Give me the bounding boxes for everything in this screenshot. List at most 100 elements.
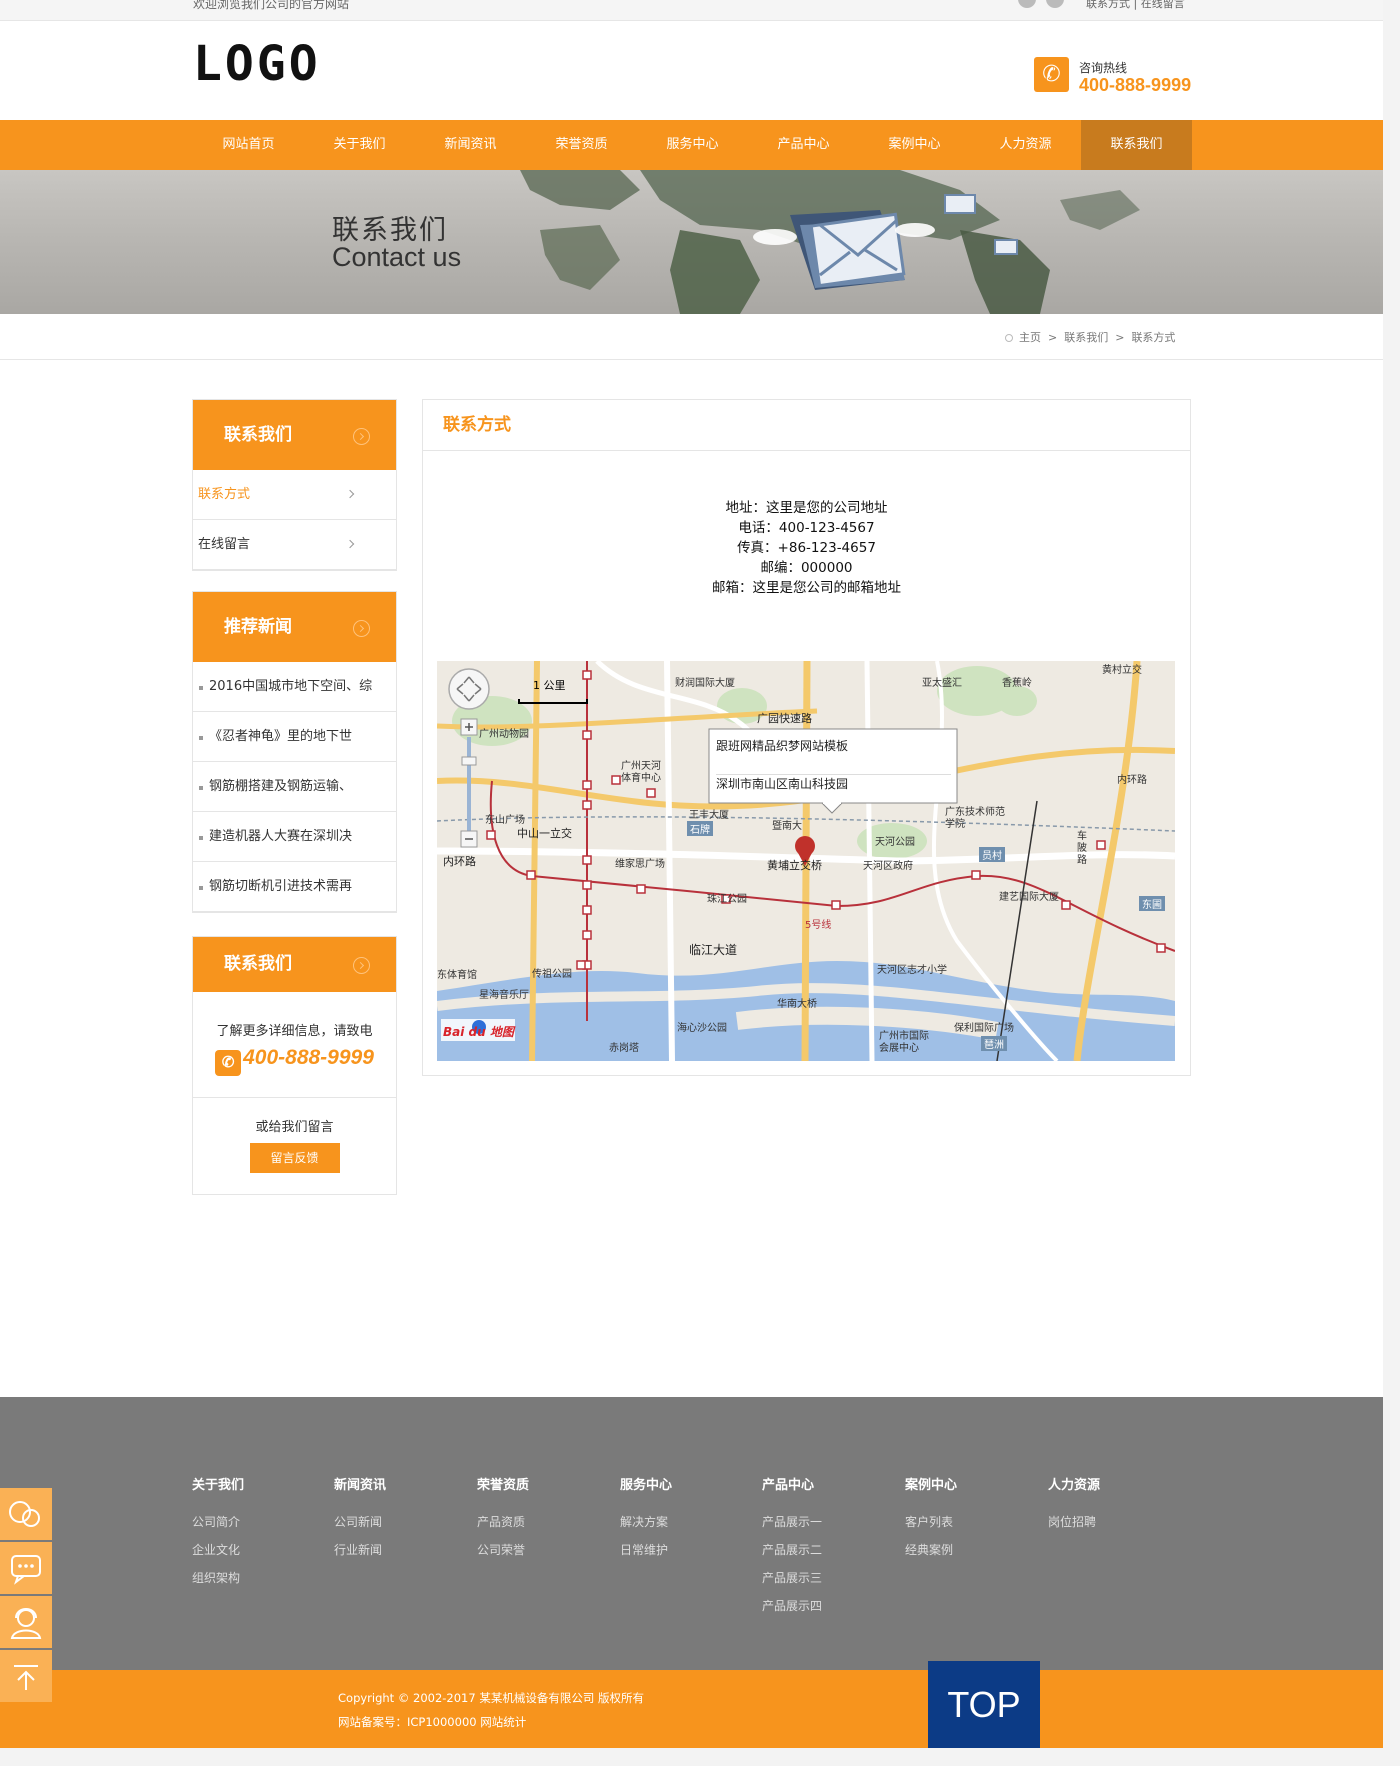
footer-link[interactable]: 产品资质 [477,1513,529,1541]
footer-link[interactable]: 日常维护 [620,1541,672,1569]
map-label: 东圃 [1139,896,1165,911]
circle-arrow-icon [353,957,370,974]
footer-link[interactable]: 企业文化 [192,1541,244,1569]
footer: 关于我们 公司简介 企业文化 组织架构 新闻资讯 公司新闻 行业新闻 荣誉资质 … [0,1397,1383,1670]
breadcrumb-home[interactable]: 主页 [1019,331,1041,344]
footer-col-title[interactable]: 荣誉资质 [477,1474,529,1493]
nav-item-home[interactable]: 网站首页 [193,120,304,170]
footer-link[interactable]: 产品展示二 [762,1541,822,1569]
nav-item-about[interactable]: 关于我们 [304,120,415,170]
news-box-title: 推荐新闻 [224,617,292,637]
map-label: 黄埔立交桥 [767,859,822,872]
email-text: 邮箱：这里是您公司的邮箱地址 [712,580,901,596]
footer-col-title[interactable]: 新闻资讯 [334,1474,386,1493]
map-label: 中山一立交 [517,827,572,840]
scroll-top-float-button[interactable] [0,1650,52,1702]
feedback-button[interactable]: 留言反馈 [249,1143,340,1173]
map-label: 珠江公园 [707,894,747,905]
footer-link[interactable]: 公司新闻 [334,1513,386,1541]
footer-link[interactable]: 公司荣誉 [477,1541,529,1569]
footer-link[interactable]: 产品展示四 [762,1597,822,1625]
map-label: 琶洲 [981,1036,1007,1051]
breadcrumb-contact[interactable]: 联系我们 [1064,331,1108,344]
map-label: 5号线 [805,920,832,931]
footer-link[interactable]: 客户列表 [905,1513,957,1541]
address-text: 地址：这里是您的公司地址 [725,500,888,516]
contact-box-header: 联系我们 [193,937,396,992]
nav-item-service[interactable]: 服务中心 [637,120,748,170]
footer-col-news: 新闻资讯 公司新闻 行业新闻 [334,1474,386,1569]
main-content: 联系方式 地址：这里是您的公司地址 电话：400-123-4567 传真：+86… [422,399,1191,1076]
footer-link[interactable]: 岗位招聘 [1048,1513,1100,1541]
footer-col-title[interactable]: 关于我们 [192,1474,244,1493]
fax-text: 传真：+86-123-4657 [737,540,876,556]
customer-service-float-button[interactable] [0,1596,52,1648]
nav-item-hr[interactable]: 人力资源 [970,120,1081,170]
breadcrumb-current[interactable]: 联系方式 [1131,331,1175,344]
sidebar: 联系我们 联系方式 在线留言 推荐新闻 2016中国城市地下空间、综 《忍者神龟… [192,399,397,1195]
map-label: 广州动物园 [479,729,529,740]
map-label: 传祖公园 [532,969,572,980]
chevron-right-icon [345,539,355,549]
footer-link[interactable]: 行业新闻 [334,1541,386,1569]
wechat-icon[interactable] [1046,0,1064,8]
map-label: 财润国际大厦 [675,678,735,689]
icp-text[interactable]: 网站备案号：ICP1000000 网站统计 [338,1714,526,1730]
map-label: 维家思广场 [615,859,665,870]
map-label: 赤岗塔 [609,1043,639,1054]
map-label: 临江大道 [689,943,738,957]
map-label: 保利国际广场 [954,1023,1014,1034]
nav-item-honor[interactable]: 荣誉资质 [526,120,637,170]
map-label: 内环路 [443,855,476,868]
sidebar-item-contact-info[interactable]: 联系方式 [193,470,396,520]
contact-menu: 联系我们 联系方式 在线留言 [192,399,397,571]
map-label: 天河公园 [875,837,915,848]
news-item[interactable]: 2016中国城市地下空间、综 [193,662,396,712]
news-item[interactable]: 钢筋棚搭建及钢筋运输、 [193,762,396,812]
nav-item-products[interactable]: 产品中心 [748,120,859,170]
footer-link[interactable]: 解决方案 [620,1513,672,1541]
contact-menu-header: 联系我们 [193,400,396,470]
page-bottom [0,1748,1383,1766]
nav-item-cases[interactable]: 案例中心 [859,120,970,170]
news-item[interactable]: 《忍者神龟》里的地下世 [193,712,396,762]
contact-menu-title: 联系我们 [224,425,292,445]
message-float-button[interactable] [0,1542,52,1594]
footer-link[interactable]: 产品展示一 [762,1513,822,1541]
baidu-map[interactable]: 1 公里 跟班网精品织梦网站模板 深圳市南山区南山科技园 Bai du 地图 财… [437,661,1175,1061]
news-item[interactable]: 钢筋切断机引进技术需再 [193,862,396,912]
home-icon [1005,334,1013,342]
contact-box-text: 了解更多详细信息，请致电 [216,1024,373,1039]
footer-link[interactable]: 公司简介 [192,1513,244,1541]
footer-col-title[interactable]: 服务中心 [620,1474,672,1493]
footer-col-title[interactable]: 产品中心 [762,1474,822,1493]
arrow-up-icon [14,1665,38,1690]
logo[interactable]: LOGO [193,40,321,88]
nav-item-news[interactable]: 新闻资讯 [415,120,526,170]
footer-link[interactable]: 经典案例 [905,1541,957,1569]
sidebar-item-message[interactable]: 在线留言 [193,520,396,570]
nav-item-contact[interactable]: 联系我们 [1081,120,1192,170]
footer-col-cases: 案例中心 客户列表 经典案例 [905,1474,957,1569]
right-scroll-rail [1383,0,1400,1766]
header: LOGO ✆ 咨询热线 400-888-9999 [0,21,1383,120]
sidebar-item-label: 在线留言 [198,537,251,552]
news-item[interactable]: 建造机器人大赛在深圳决 [193,812,396,862]
back-to-top-button[interactable]: TOP [928,1661,1040,1748]
footer-col-title[interactable]: 人力资源 [1048,1474,1100,1493]
map-label: 石牌 [687,821,713,836]
map-label: 黄村立交 [1102,665,1142,676]
breadcrumb: 主页 > 联系我们 > 联系方式 [1005,329,1175,345]
message-prompt: 或给我们留言 [255,1120,334,1135]
map-label: 海心沙公园 [677,1023,727,1034]
weibo-icon[interactable] [1018,0,1036,8]
footer-col-title[interactable]: 案例中心 [905,1474,957,1493]
map-scale: 1 公里 [533,679,566,692]
top-links[interactable]: 联系方式 | 在线留言 [1086,0,1185,11]
map-label: 香蕉岭 [1002,678,1032,689]
top-bar: 欢迎浏览我们公司的官方网站 联系方式 | 在线留言 [0,0,1383,21]
footer-link[interactable]: 组织架构 [192,1569,244,1597]
footer-link[interactable]: 产品展示三 [762,1569,822,1597]
world-map-graphic [520,170,1140,314]
wechat-float-button[interactable] [0,1488,52,1540]
